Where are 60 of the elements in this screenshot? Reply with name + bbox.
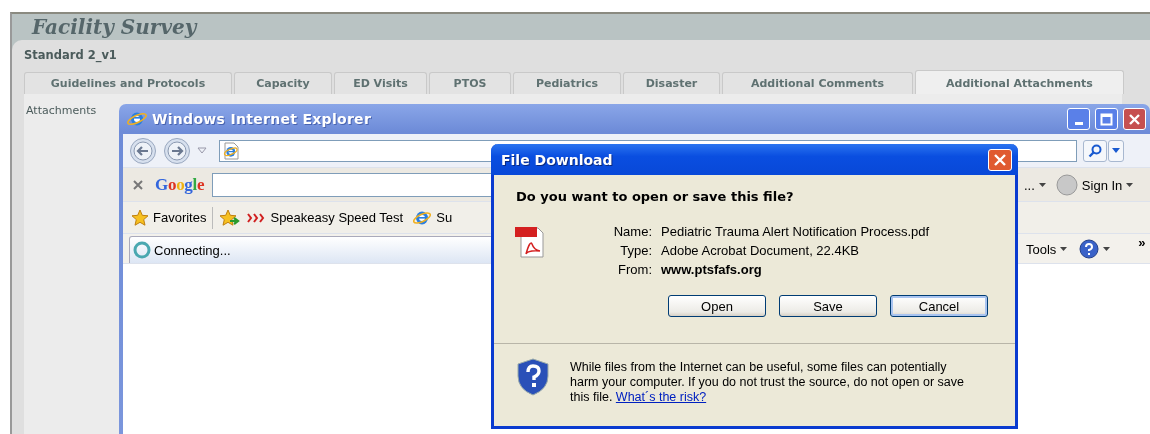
maximize-icon [1100,112,1113,126]
maximize-button[interactable] [1095,108,1118,130]
back-button[interactable] [129,136,157,165]
tab[interactable]: Additional Attachments [915,70,1124,94]
tab[interactable]: PTOS [429,72,511,94]
tab[interactable]: Disaster [623,72,720,94]
warning-text: While files from the Internet can be useful, some files can potentially harm your computer. If you do not trust the source, do not open or save this file. What´s the risk? [570,360,965,405]
tools-menu[interactable]: Tools [1026,241,1057,257]
chevrons-icon [247,212,266,223]
field-label: From: [617,262,652,277]
favorite-link[interactable]: Su [413,208,453,227]
loading-icon [133,241,151,259]
add-favorite-icon[interactable] [219,208,242,227]
close-toolbar-icon[interactable] [133,179,143,190]
minimize-icon [1074,122,1083,125]
favorite-link[interactable]: Speakeasy Speed Test [247,210,404,225]
dialog-question: Do you want to open or save this file? [516,189,794,204]
search-options-button[interactable] [1108,139,1124,162]
google-logo: Google [155,174,205,195]
field-value: Pediatric Trauma Alert Notification Process.pdf [661,224,930,239]
dropdown-icon[interactable] [1103,247,1111,251]
search-icon [1088,143,1102,158]
forward-button[interactable] [163,136,191,165]
toolbar-overflow-menu[interactable]: ... [1024,177,1035,193]
field-value: Adobe Acrobat Document, 22.4KB [661,243,860,258]
field-value: www.ptsfafs.org [661,262,763,277]
close-icon [994,153,1006,166]
dialog-button[interactable]: Open [668,295,766,317]
risk-link[interactable]: What´s the risk? [615,390,707,404]
star-icon [131,208,149,227]
dropdown-icon[interactable] [1060,247,1068,251]
section-label: Attachments [26,104,97,117]
search-button[interactable] [1083,139,1107,162]
dropdown-icon[interactable] [1038,183,1046,187]
tab[interactable]: Additional Comments [722,72,913,94]
close-button[interactable] [988,148,1012,171]
help-icon[interactable] [1079,239,1100,259]
avatar-icon [1055,174,1078,196]
dialog-title: File Download [501,151,614,168]
tab[interactable]: Capacity [234,72,332,94]
favorites-button[interactable]: Favorites [131,208,207,227]
window-title: Windows Internet Explorer [152,111,373,127]
dropdown-icon[interactable] [1126,183,1134,187]
more-tools-button[interactable]: » [1138,234,1146,250]
tab[interactable]: ED Visits [334,72,427,94]
field-label: Type: [619,243,652,258]
minimize-button[interactable] [1067,108,1090,130]
dropdown-icon [1112,148,1120,153]
field-label: Name: [612,224,652,239]
close-icon [1128,112,1141,126]
dialog-button[interactable]: Cancel [890,295,988,317]
shield-help-icon [516,358,550,396]
pdf-file-icon [514,224,546,258]
tab[interactable]: Guidelines and Protocols [24,72,232,94]
dialog-button[interactable]: Save [779,295,877,317]
close-button[interactable] [1123,108,1146,130]
form-subtitle: Standard 2_v1 [24,47,118,65]
page-title: Facility Survey [30,14,199,40]
sign-in-button[interactable]: Sign In [1081,177,1123,193]
tab[interactable]: Pediatrics [513,72,621,94]
